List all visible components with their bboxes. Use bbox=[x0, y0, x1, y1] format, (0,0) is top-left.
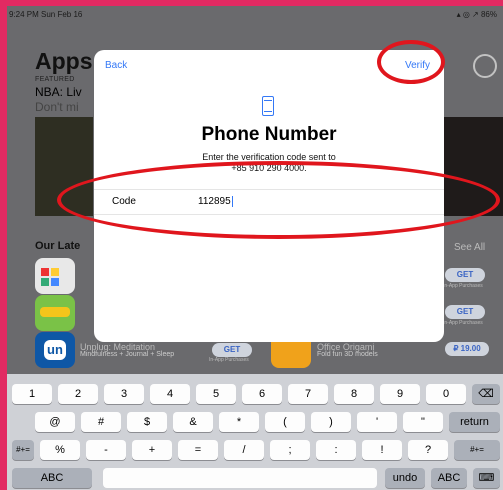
modal-title: Phone Number bbox=[201, 124, 337, 145]
see-all-link[interactable]: See All bbox=[454, 242, 485, 253]
key-semicolon[interactable]: ; bbox=[270, 440, 310, 460]
delete-key-icon[interactable]: ⌫ bbox=[472, 384, 500, 404]
space-bar[interactable] bbox=[103, 468, 377, 488]
key-percent[interactable]: % bbox=[40, 440, 80, 460]
in-app-note: In-App Purchases bbox=[443, 320, 483, 326]
status-time: 9:24 PM Sun Feb 16 bbox=[9, 10, 83, 19]
key-close-paren[interactable]: ) bbox=[311, 412, 351, 432]
app-subtitle: Mindfulness + Journal + Sleep bbox=[80, 351, 175, 358]
undo-key[interactable]: undo bbox=[385, 468, 425, 488]
key-open-paren[interactable]: ( bbox=[265, 412, 305, 432]
abc-key[interactable]: ABC bbox=[431, 468, 467, 488]
key-slash[interactable]: / bbox=[224, 440, 264, 460]
key-1[interactable]: 1 bbox=[12, 384, 52, 404]
key-8[interactable]: 8 bbox=[334, 384, 374, 404]
key-quote[interactable]: " bbox=[403, 412, 443, 432]
key-4[interactable]: 4 bbox=[150, 384, 190, 404]
app-icon[interactable] bbox=[35, 258, 75, 294]
get-button[interactable]: GET bbox=[212, 343, 252, 357]
status-indicators: ▴ ◎ ↗ 86% bbox=[456, 10, 497, 19]
app-icon[interactable]: un bbox=[35, 332, 75, 368]
screen: 9:24 PM Sun Feb 16 ▴ ◎ ↗ 86% Apps FEATUR… bbox=[7, 6, 503, 490]
key-3[interactable]: 3 bbox=[104, 384, 144, 404]
symbols-key[interactable]: #+= bbox=[454, 440, 500, 460]
key-equals[interactable]: = bbox=[178, 440, 218, 460]
price-button[interactable]: ₽ 19.00 bbox=[445, 342, 489, 356]
key-at[interactable]: @ bbox=[35, 412, 75, 432]
key-hash[interactable]: # bbox=[81, 412, 121, 432]
featured-headline: NBA: Liv bbox=[35, 85, 82, 99]
section-title: Our Late bbox=[35, 240, 81, 252]
highlight-ring bbox=[57, 161, 500, 239]
key-ampersand[interactable]: & bbox=[173, 412, 213, 432]
symbols-key[interactable]: #+= bbox=[12, 440, 34, 460]
key-6[interactable]: 6 bbox=[242, 384, 282, 404]
key-dollar[interactable]: $ bbox=[127, 412, 167, 432]
highlight-ring bbox=[377, 40, 445, 84]
key-minus[interactable]: - bbox=[86, 440, 126, 460]
key-plus[interactable]: + bbox=[132, 440, 172, 460]
key-0[interactable]: 0 bbox=[426, 384, 466, 404]
in-app-note: In-App Purchases bbox=[209, 357, 249, 363]
key-colon[interactable]: : bbox=[316, 440, 356, 460]
status-bar: 9:24 PM Sun Feb 16 ▴ ◎ ↗ 86% bbox=[7, 6, 503, 24]
key-7[interactable]: 7 bbox=[288, 384, 328, 404]
keyboard-dismiss-icon[interactable]: ⌨ bbox=[473, 468, 500, 488]
key-2[interactable]: 2 bbox=[58, 384, 98, 404]
key-apostrophe[interactable]: ' bbox=[357, 412, 397, 432]
key-question[interactable]: ? bbox=[408, 440, 448, 460]
featured-subline: Don't mi bbox=[35, 100, 79, 114]
featured-label: FEATURED bbox=[35, 76, 75, 83]
back-button[interactable]: Back bbox=[105, 60, 127, 71]
key-5[interactable]: 5 bbox=[196, 384, 236, 404]
phone-icon bbox=[262, 96, 274, 116]
abc-key[interactable]: ABC bbox=[12, 468, 92, 488]
app-subtitle: Fold fun 3D models bbox=[317, 351, 378, 358]
get-button[interactable]: GET bbox=[445, 268, 485, 282]
key-asterisk[interactable]: * bbox=[219, 412, 259, 432]
page-title: Apps bbox=[35, 48, 93, 74]
key-exclamation[interactable]: ! bbox=[362, 440, 402, 460]
keyboard: 1 2 3 4 5 6 7 8 9 0 ⌫ @ # $ & * ( ) ' " … bbox=[7, 374, 503, 490]
account-avatar[interactable] bbox=[473, 54, 497, 78]
app-icon[interactable] bbox=[35, 295, 75, 331]
key-9[interactable]: 9 bbox=[380, 384, 420, 404]
device-frame: 9:24 PM Sun Feb 16 ▴ ◎ ↗ 86% Apps FEATUR… bbox=[0, 0, 503, 490]
in-app-note: In-App Purchases bbox=[443, 283, 483, 289]
return-key[interactable]: return bbox=[449, 412, 500, 432]
get-button[interactable]: GET bbox=[445, 305, 485, 319]
